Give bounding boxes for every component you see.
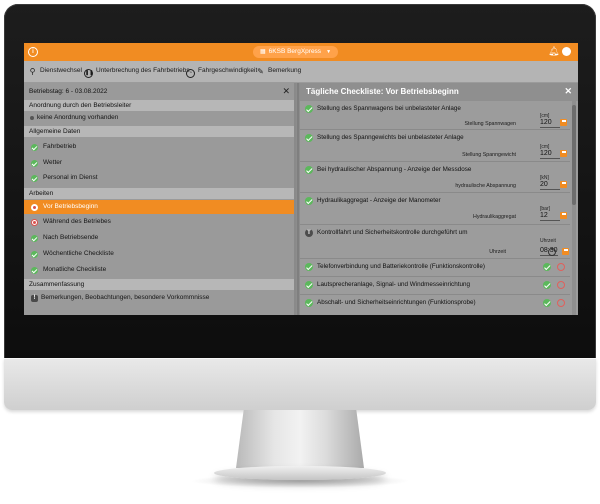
check-icon [31, 267, 38, 274]
person-walk-icon: ⚲ [29, 67, 36, 76]
checklist-item: Abschalt- und Sicherheitseinrichtungen (… [300, 295, 570, 312]
panel-divider [297, 83, 299, 315]
bell-icon[interactable]: 🔔︎ [548, 46, 559, 56]
checklist-item: Telefonverbindung und Batteriekontrolle … [300, 259, 570, 277]
checklist-item: Lautsprecheranlage, Signal- und Windmess… [300, 277, 570, 295]
check-circle-icon [305, 281, 313, 289]
alert-circle-icon [31, 204, 38, 211]
save-icon[interactable] [560, 119, 567, 126]
pause-circle-icon: ❚❚ [84, 69, 94, 78]
order-note: keine Anordnung vorhanden [24, 111, 294, 125]
left-scrollbar[interactable] [294, 83, 296, 315]
interruption-button[interactable]: ❚❚ Unterbrechung des Fahrbetriebs [84, 65, 190, 78]
nav-item-woechentliche-checkliste[interactable]: Wöchentliche Checkliste [24, 247, 294, 261]
shift-change-label: Dienstwechsel [40, 67, 82, 74]
monitor-stand-neck [236, 410, 364, 468]
app-screen: i ▦ 6KSB BergXpress ▼ 🔔︎ ⚲ Dienstwechsel ❚❚… [24, 43, 578, 315]
clock-icon[interactable] [548, 248, 556, 256]
speed-label: Fahrgeschwindigkeit [198, 67, 258, 74]
check-icon [31, 160, 38, 167]
speed-button[interactable]: ◔ Fahrgeschwindigkeit [186, 65, 258, 78]
close-icon[interactable]: ✕ [282, 83, 290, 100]
left-nav-panel: Betriebstag: 6 - 03.08.2022 ✕ Anordnung … [24, 83, 296, 315]
time-icon: T [305, 229, 313, 237]
value-input[interactable]: 120 [540, 149, 560, 159]
calendar-icon: ▦ [260, 49, 266, 55]
close-icon[interactable]: ✕ [564, 83, 572, 100]
pencil-icon: ✎ [257, 67, 264, 76]
nav-item-personal[interactable]: Personal im Dienst [24, 171, 294, 185]
confirm-no-button[interactable] [557, 299, 565, 307]
confirm-ok-button[interactable] [543, 263, 551, 271]
section-summary: Zusammenfassung [24, 279, 296, 290]
save-icon[interactable] [560, 150, 567, 157]
check-circle-icon [305, 263, 313, 271]
checklist-item: Stellung des Spannwagens bei unbelastete… [300, 101, 570, 130]
monitor-chin [4, 358, 596, 410]
nav-item-vor-betriebsbeginn[interactable]: Vor Betriebsbeginn [24, 200, 294, 214]
checklist-item: Bei hydraulischer Abspannung - Anzeige d… [300, 162, 570, 193]
checklist-header: Tägliche Checkliste: Vor Betriebsbeginn … [300, 83, 578, 101]
station-title: 6KSB BergXpress [268, 48, 322, 55]
operating-day-label: Betriebstag: 6 - 03.08.2022 [29, 88, 108, 95]
value-input[interactable]: 20 [540, 180, 560, 190]
nav-item-wetter[interactable]: Wetter [24, 156, 294, 170]
checklist-item: Hydraulikaggregat - Anzeige der Manomete… [300, 193, 570, 225]
shift-change-button[interactable]: ⚲ Dienstwechsel [28, 65, 82, 77]
check-icon [31, 175, 38, 182]
info-icon[interactable]: i [28, 47, 38, 57]
value-input[interactable]: 120 [540, 118, 560, 128]
section-general: Allgemeine Daten [24, 126, 296, 137]
alert-circle-icon [31, 219, 38, 226]
value-input[interactable]: 12 [540, 211, 560, 221]
check-icon [31, 235, 38, 242]
confirm-no-button[interactable] [557, 281, 565, 289]
check-circle-icon [305, 197, 313, 205]
chevron-down-icon: ▼ [326, 49, 332, 55]
nav-item-nach-betriebsende[interactable]: Nach Betriebsende [24, 231, 294, 245]
checklist-title: Tägliche Checkliste: Vor Betriebsbeginn [306, 87, 459, 96]
action-toolbar: ⚲ Dienstwechsel ❚❚ Unterbrechung des Fahrb… [24, 61, 578, 83]
check-circle-icon [305, 134, 313, 142]
nav-item-bemerkungen[interactable]: Bemerkungen, Beobachtungen, besondere Vo… [24, 291, 294, 305]
confirm-ok-button[interactable] [543, 299, 551, 307]
nav-item-fahrbetrieb[interactable]: Fahrbetrieb [24, 140, 294, 154]
section-work: Arbeiten [24, 188, 296, 199]
confirm-no-button[interactable] [557, 263, 565, 271]
save-icon[interactable] [562, 248, 569, 255]
nav-item-waehrend-betrieb[interactable]: Während des Betriebes [24, 215, 294, 229]
confirm-ok-button[interactable] [543, 281, 551, 289]
warning-icon [31, 295, 38, 302]
check-circle-icon [305, 299, 313, 307]
checklist-panel: Tägliche Checkliste: Vor Betriebsbeginn … [300, 83, 578, 315]
check-icon [31, 251, 38, 258]
save-icon[interactable] [560, 181, 567, 188]
speedometer-icon: ◔ [186, 69, 195, 78]
remark-label: Bemerkung [268, 67, 302, 74]
section-order: Anordnung durch den Betriebsleiter [24, 100, 296, 111]
dot-icon [30, 116, 34, 120]
remark-button[interactable]: ✎ Bemerkung [256, 65, 301, 77]
interruption-label: Unterbrechung des Fahrbetriebs [96, 67, 190, 74]
check-icon [31, 144, 38, 151]
checklist-item: Stellung des Spanngewichts bei unbelaste… [300, 130, 570, 162]
right-scrollbar-thumb[interactable] [572, 105, 576, 205]
checklist-item: T Kontrollfahrt und Sicherheitskontrolle… [300, 225, 570, 259]
user-icon[interactable] [562, 47, 571, 56]
station-selector[interactable]: ▦ 6KSB BergXpress ▼ [253, 46, 339, 58]
left-panel-header: Betriebstag: 6 - 03.08.2022 ✕ [24, 83, 296, 100]
check-circle-icon [305, 166, 313, 174]
save-icon[interactable] [560, 212, 567, 219]
top-bar: i ▦ 6KSB BergXpress ▼ 🔔︎ [24, 43, 578, 61]
monitor-stand-base [214, 466, 386, 480]
nav-item-monatliche-checkliste[interactable]: Monatliche Checkliste [24, 263, 294, 277]
check-circle-icon [305, 105, 313, 113]
